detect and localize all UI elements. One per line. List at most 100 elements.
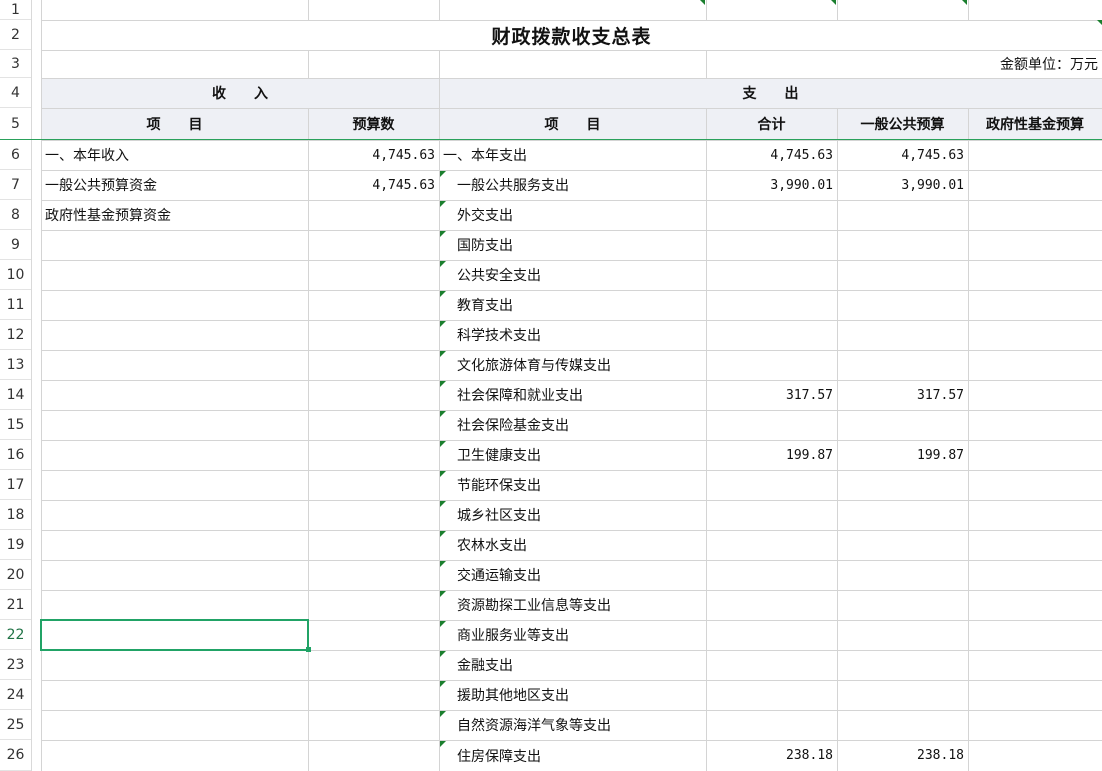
expense-total-cell[interactable] xyxy=(706,410,837,440)
fill-handle[interactable] xyxy=(306,647,311,652)
expense-total-cell[interactable] xyxy=(706,530,837,560)
expense-fund-cell[interactable] xyxy=(968,320,1102,350)
expense-fund-cell[interactable] xyxy=(968,680,1102,710)
row-number-17[interactable]: 17 xyxy=(0,470,31,500)
expense-total-cell[interactable] xyxy=(706,290,837,320)
expense-total-cell[interactable] xyxy=(706,230,837,260)
income-item-cell[interactable] xyxy=(41,530,308,560)
expense-total-cell[interactable]: 199.87 xyxy=(706,440,837,470)
income-item-cell[interactable] xyxy=(41,440,308,470)
row-number-23[interactable]: 23 xyxy=(0,650,31,680)
expense-general-cell[interactable] xyxy=(837,320,968,350)
income-budget-cell[interactable] xyxy=(308,260,439,290)
expense-item-cell[interactable]: 科学技术支出 xyxy=(439,320,706,350)
income-item-cell[interactable] xyxy=(41,290,308,320)
income-item-cell[interactable] xyxy=(41,260,308,290)
expense-fund-cell[interactable] xyxy=(968,560,1102,590)
income-budget-cell[interactable] xyxy=(308,590,439,620)
expense-fund-cell[interactable] xyxy=(968,440,1102,470)
expense-general-cell[interactable] xyxy=(837,470,968,500)
expense-total-cell[interactable] xyxy=(706,500,837,530)
expense-fund-cell[interactable] xyxy=(968,380,1102,410)
income-item-cell[interactable] xyxy=(41,470,308,500)
expense-total-cell[interactable] xyxy=(706,350,837,380)
income-budget-cell[interactable] xyxy=(308,290,439,320)
expense-fund-cell[interactable] xyxy=(968,230,1102,260)
expense-general-cell[interactable]: 238.18 xyxy=(837,740,968,771)
expense-item-cell[interactable]: 文化旅游体育与传媒支出 xyxy=(439,350,706,380)
income-budget-cell[interactable] xyxy=(308,560,439,590)
income-budget-cell[interactable] xyxy=(308,200,439,230)
expense-item-cell[interactable]: 金融支出 xyxy=(439,650,706,680)
expense-item-cell[interactable]: 自然资源海洋气象等支出 xyxy=(439,710,706,740)
expense-total-cell[interactable] xyxy=(706,590,837,620)
income-budget-cell[interactable] xyxy=(308,320,439,350)
income-budget-cell[interactable] xyxy=(308,530,439,560)
expense-item-cell[interactable]: 一、本年支出 xyxy=(439,140,706,170)
expense-fund-cell[interactable] xyxy=(968,410,1102,440)
expense-item-cell[interactable]: 城乡社区支出 xyxy=(439,500,706,530)
row-number-1[interactable]: 1 xyxy=(0,0,31,20)
income-item-cell[interactable] xyxy=(41,650,308,680)
expense-general-cell[interactable] xyxy=(837,530,968,560)
income-budget-cell[interactable] xyxy=(308,440,439,470)
expense-general-cell[interactable]: 3,990.01 xyxy=(837,170,968,200)
expense-fund-cell[interactable] xyxy=(968,350,1102,380)
income-item-cell[interactable] xyxy=(41,500,308,530)
expense-general-cell[interactable]: 317.57 xyxy=(837,380,968,410)
expense-general-cell[interactable] xyxy=(837,200,968,230)
income-budget-cell[interactable] xyxy=(308,650,439,680)
income-item-cell[interactable] xyxy=(41,680,308,710)
expense-fund-cell[interactable] xyxy=(968,200,1102,230)
expense-total-cell[interactable] xyxy=(706,620,837,650)
expense-fund-cell[interactable] xyxy=(968,530,1102,560)
expense-total-cell[interactable]: 317.57 xyxy=(706,380,837,410)
income-item-cell[interactable] xyxy=(41,740,308,771)
expense-general-cell[interactable] xyxy=(837,260,968,290)
expense-general-cell[interactable] xyxy=(837,230,968,260)
expense-fund-cell[interactable] xyxy=(968,500,1102,530)
expense-general-cell[interactable] xyxy=(837,410,968,440)
expense-general-cell[interactable]: 199.87 xyxy=(837,440,968,470)
expense-item-cell[interactable]: 公共安全支出 xyxy=(439,260,706,290)
row-number-5[interactable]: 5 xyxy=(0,108,31,140)
row-number-20[interactable]: 20 xyxy=(0,560,31,590)
row-number-14[interactable]: 14 xyxy=(0,380,31,410)
expense-fund-cell[interactable] xyxy=(968,740,1102,771)
income-item-cell[interactable]: 一、本年收入 xyxy=(41,140,308,170)
expense-total-cell[interactable] xyxy=(706,260,837,290)
expense-general-cell[interactable] xyxy=(837,680,968,710)
income-item-cell[interactable] xyxy=(41,710,308,740)
income-budget-cell[interactable] xyxy=(308,680,439,710)
income-budget-cell[interactable]: 4,745.63 xyxy=(308,140,439,170)
expense-fund-cell[interactable] xyxy=(968,260,1102,290)
expense-general-cell[interactable] xyxy=(837,500,968,530)
row-number-18[interactable]: 18 xyxy=(0,500,31,530)
expense-fund-cell[interactable] xyxy=(968,170,1102,200)
income-budget-cell[interactable] xyxy=(308,740,439,771)
income-item-cell[interactable] xyxy=(41,320,308,350)
row-number-11[interactable]: 11 xyxy=(0,290,31,320)
expense-item-cell[interactable]: 节能环保支出 xyxy=(439,470,706,500)
expense-fund-cell[interactable] xyxy=(968,140,1102,170)
expense-fund-cell[interactable] xyxy=(968,650,1102,680)
expense-item-cell[interactable]: 教育支出 xyxy=(439,290,706,320)
expense-total-cell[interactable] xyxy=(706,320,837,350)
expense-total-cell[interactable] xyxy=(706,650,837,680)
expense-general-cell[interactable] xyxy=(837,650,968,680)
row-number-26[interactable]: 26 xyxy=(0,740,31,771)
income-budget-cell[interactable] xyxy=(308,410,439,440)
expense-item-cell[interactable]: 外交支出 xyxy=(439,200,706,230)
expense-item-cell[interactable]: 卫生健康支出 xyxy=(439,440,706,470)
row-number-15[interactable]: 15 xyxy=(0,410,31,440)
expense-total-cell[interactable]: 3,990.01 xyxy=(706,170,837,200)
expense-item-cell[interactable]: 资源勘探工业信息等支出 xyxy=(439,590,706,620)
expense-fund-cell[interactable] xyxy=(968,290,1102,320)
expense-fund-cell[interactable] xyxy=(968,620,1102,650)
expense-general-cell[interactable] xyxy=(837,710,968,740)
expense-item-cell[interactable]: 交通运输支出 xyxy=(439,560,706,590)
expense-general-cell[interactable] xyxy=(837,590,968,620)
income-item-cell[interactable] xyxy=(41,350,308,380)
expense-item-cell[interactable]: 援助其他地区支出 xyxy=(439,680,706,710)
income-item-cell[interactable] xyxy=(41,230,308,260)
